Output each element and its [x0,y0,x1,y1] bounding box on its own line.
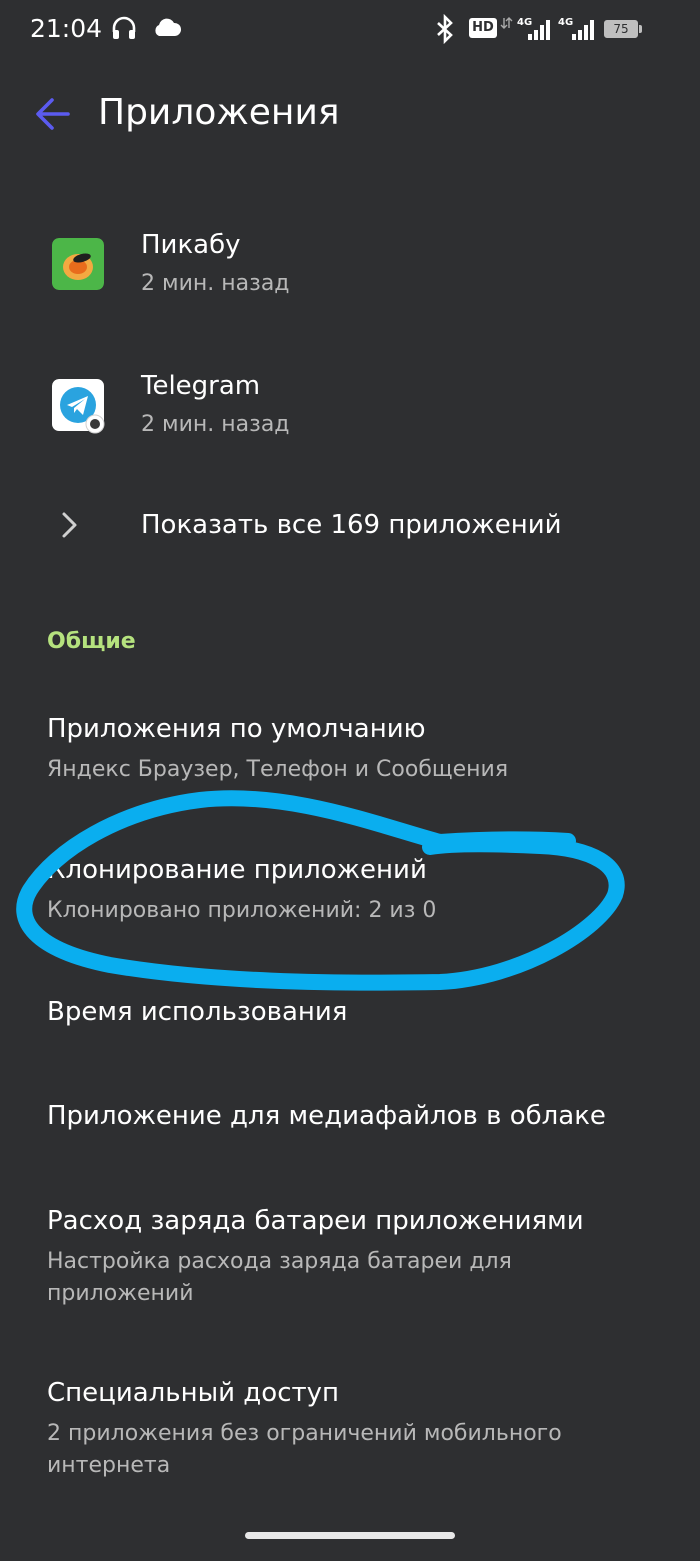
app-name: Telegram [141,371,261,401]
section-header-general: Общие [47,629,136,654]
usage-time-item[interactable]: Время использования [0,997,700,1047]
item-title: Специальный доступ [47,1378,340,1408]
default-apps-item[interactable]: Приложения по умолчанию Яндекс Браузер, … [0,714,700,804]
app-last-used: 2 мин. назад [141,412,290,437]
status-time: 21:04 [30,14,103,43]
item-title: Клонирование приложений [47,855,427,885]
recent-app-pikabu[interactable]: Пикабу 2 мин. назад [0,216,700,336]
item-subtitle: Яндекс Браузер, Телефон и Сообщения [47,757,509,782]
home-gesture-bar[interactable] [245,1532,455,1539]
telegram-app-icon [52,379,105,434]
cloud-media-app-item[interactable]: Приложение для медиафайлов в облаке [0,1101,700,1151]
headphones-icon [112,16,136,39]
item-subtitle: Клонировано приложений: 2 из 0 [47,898,437,923]
special-access-item[interactable]: Специальный доступ 2 приложения без огра… [0,1378,700,1488]
app-bar: Приложения [0,70,700,160]
item-title: Расход заряда батареи приложениями [47,1206,584,1236]
app-last-used: 2 мин. назад [141,271,290,296]
cloud-icon [155,18,182,36]
battery-icon: 75 [604,20,638,38]
pikabu-app-icon [52,238,104,290]
recent-app-telegram[interactable]: Telegram 2 мин. назад [0,357,700,477]
item-subtitle: Настройка расхода заряда батареи для при… [47,1249,512,1306]
page-title: Приложения [98,92,340,133]
signal-icon: 4G [500,17,550,40]
svg-text:4G: 4G [517,17,532,28]
chevron-right-icon [62,512,77,538]
hd-badge: HD [469,18,497,38]
item-title: Приложение для медиафайлов в облаке [47,1101,606,1131]
app-cloning-item[interactable]: Клонирование приложений Клонировано прил… [0,855,700,945]
signal-icon-2: 4G [558,17,594,40]
status-bar: 21:04 HD 4G 4G 75 [0,0,700,60]
show-all-apps-button[interactable]: Показать все 169 приложений [0,488,700,568]
bluetooth-icon [437,14,453,44]
back-arrow-icon[interactable] [30,90,80,138]
show-all-apps-label: Показать все 169 приложений [141,510,562,540]
battery-usage-item[interactable]: Расход заряда батареи приложениями Настр… [0,1206,700,1316]
item-title: Время использования [47,997,348,1027]
svg-text:4G: 4G [558,17,573,28]
item-title: Приложения по умолчанию [47,714,426,744]
battery-tip [639,25,642,33]
app-name: Пикабу [141,230,241,260]
item-subtitle: 2 приложения без ограничений мобильного … [47,1421,562,1478]
